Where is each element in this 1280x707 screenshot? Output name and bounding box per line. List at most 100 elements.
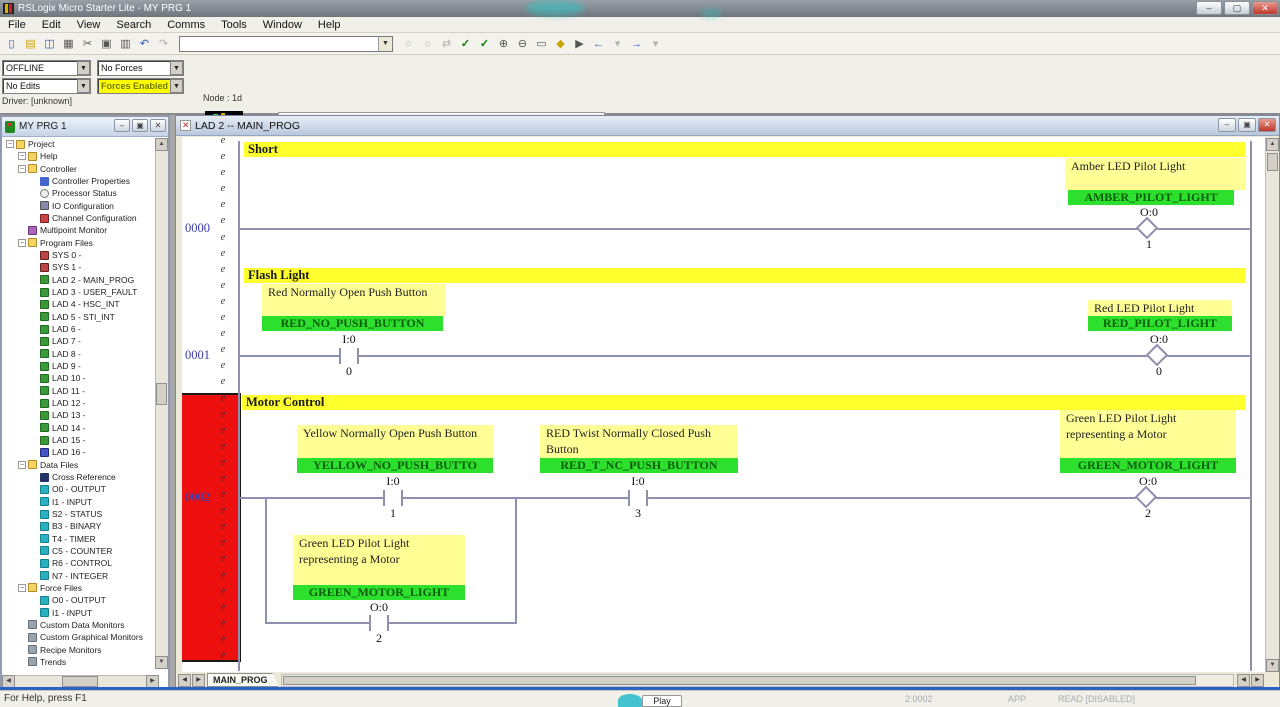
ladder-horizontal-scrollbar[interactable]: [281, 674, 1234, 687]
tree-item[interactable]: − Project: [4, 138, 156, 150]
cut-button[interactable]: ✂: [78, 35, 97, 53]
rung-comment[interactable]: Flash Light: [244, 268, 1245, 283]
tree-expand-toggle[interactable]: −: [18, 239, 26, 247]
copy-button[interactable]: ▣: [97, 35, 116, 53]
tree-item[interactable]: Custom Data Monitors: [4, 619, 156, 631]
scroll-right-button[interactable]: ▶: [1251, 674, 1264, 687]
tree-item[interactable]: LAD 4 - HSC_INT: [4, 298, 156, 310]
select-region-button[interactable]: ▭: [532, 35, 551, 53]
menu-item[interactable]: File: [0, 19, 34, 31]
tree-item[interactable]: S2 - STATUS: [4, 508, 156, 520]
tree-item[interactable]: O0 - OUTPUT: [4, 483, 156, 495]
tree-item[interactable]: − Force Files: [4, 582, 156, 594]
close-button[interactable]: ✕: [1258, 118, 1276, 132]
maximize-button[interactable]: ▣: [132, 119, 148, 132]
maximize-button[interactable]: ▢: [1224, 1, 1250, 15]
video-play-button[interactable]: Play: [642, 695, 682, 707]
zoom-out-button[interactable]: ⊖: [513, 35, 532, 53]
tree-item[interactable]: LAD 6 -: [4, 323, 156, 335]
tree-item[interactable]: SYS 0 -: [4, 249, 156, 261]
tree-item[interactable]: I1 - INPUT: [4, 606, 156, 618]
scrollbar-thumb[interactable]: [1267, 153, 1278, 171]
scrollbar-thumb[interactable]: [62, 676, 98, 687]
nav-forward-menu-button[interactable]: ▾: [646, 35, 665, 53]
tree-item[interactable]: Cross Reference: [4, 471, 156, 483]
rung-number[interactable]: 0001: [185, 348, 219, 363]
tree-item[interactable]: LAD 13 -: [4, 409, 156, 421]
program-tab[interactable]: MAIN_PROG: [207, 673, 279, 687]
tree-item[interactable]: LAD 14 -: [4, 422, 156, 434]
no-contact-symbol[interactable]: [339, 348, 359, 364]
chevron-down-icon[interactable]: ▼: [170, 79, 183, 93]
mode-dropdown[interactable]: OFFLINE ▼: [2, 60, 91, 76]
tree-expand-toggle[interactable]: −: [18, 165, 26, 173]
nc-contact-symbol[interactable]: [628, 490, 648, 506]
menu-item[interactable]: Window: [255, 19, 310, 31]
instruction-description[interactable]: Yellow Normally Open Push Button: [297, 425, 493, 458]
undo-button[interactable]: ↶: [135, 35, 154, 53]
chevron-down-icon[interactable]: ▼: [77, 61, 90, 75]
tree-item[interactable]: − Help: [4, 150, 156, 162]
tree-item[interactable]: LAD 7 -: [4, 335, 156, 347]
menu-item[interactable]: Help: [310, 19, 349, 31]
find-next-button[interactable]: ○: [418, 35, 437, 53]
replace-button[interactable]: ⇄: [437, 35, 456, 53]
tree-item[interactable]: LAD 11 -: [4, 385, 156, 397]
tree-item[interactable]: LAD 12 -: [4, 397, 156, 409]
chevron-down-icon[interactable]: ▼: [170, 61, 183, 75]
rung-number[interactable]: 0002: [185, 490, 219, 505]
instruction-description[interactable]: Amber LED Pilot Light: [1065, 158, 1246, 190]
forces-dropdown[interactable]: No Forces ▼: [97, 60, 184, 76]
scroll-left-button[interactable]: ◀: [1237, 674, 1250, 687]
tree-item[interactable]: Trends: [4, 656, 156, 668]
minimize-button[interactable]: –: [1196, 1, 1222, 15]
tree-item[interactable]: LAD 8 -: [4, 348, 156, 360]
rung-comment[interactable]: Short: [244, 142, 1245, 157]
scroll-down-button[interactable]: ▼: [1266, 659, 1279, 672]
tree-item[interactable]: O0 - OUTPUT: [4, 594, 156, 606]
tree-item[interactable]: − Program Files: [4, 237, 156, 249]
tab-next-button[interactable]: ▶: [192, 674, 205, 687]
nav-forward-button[interactable]: →: [627, 35, 646, 53]
open-button[interactable]: ▤: [21, 35, 40, 53]
scrollbar-thumb[interactable]: [283, 676, 1196, 685]
find-button[interactable]: ○: [399, 35, 418, 53]
rung-number[interactable]: 0000: [185, 221, 219, 236]
ladder-vertical-scrollbar[interactable]: ▲ ▼: [1265, 138, 1279, 672]
scroll-up-button[interactable]: ▲: [155, 138, 168, 151]
instruction-tag[interactable]: AMBER_PILOT_LIGHT: [1068, 190, 1234, 205]
tree-expand-toggle[interactable]: −: [18, 584, 26, 592]
close-button[interactable]: ✕: [150, 119, 166, 132]
tree-item[interactable]: LAD 2 - MAIN_PROG: [4, 274, 156, 286]
tree-item[interactable]: LAD 16 -: [4, 446, 156, 458]
no-contact-symbol[interactable]: [369, 615, 389, 631]
instruction-tag[interactable]: GREEN_MOTOR_LIGHT: [293, 585, 465, 600]
tree-item[interactable]: LAD 3 - USER_FAULT: [4, 286, 156, 298]
tree-item[interactable]: C5 - COUNTER: [4, 545, 156, 557]
tree-expand-toggle[interactable]: −: [6, 140, 14, 148]
properties-button[interactable]: ◆: [551, 35, 570, 53]
tree-item[interactable]: LAD 10 -: [4, 372, 156, 384]
instruction-tag[interactable]: GREEN_MOTOR_LIGHT: [1060, 458, 1236, 473]
instruction-tag[interactable]: RED_T_NC_PUSH_BUTTON: [540, 458, 738, 473]
rung-comment[interactable]: Motor Control: [242, 395, 1245, 410]
paste-button[interactable]: ▥: [116, 35, 135, 53]
instruction-description[interactable]: Red LED Pilot Light: [1088, 300, 1232, 316]
tree-item[interactable]: − Data Files: [4, 459, 156, 471]
menu-item[interactable]: Tools: [213, 19, 255, 31]
instruction-description[interactable]: RED Twist Normally Closed Push Button: [540, 425, 738, 458]
restore-button[interactable]: ▣: [1238, 118, 1256, 132]
nav-back-menu-button[interactable]: ▾: [608, 35, 627, 53]
instruction-tag[interactable]: YELLOW_NO_PUSH_BUTTO: [297, 458, 493, 473]
instruction-description[interactable]: Red Normally Open Push Button: [262, 284, 445, 316]
tree-item[interactable]: LAD 9 -: [4, 360, 156, 372]
scroll-up-button[interactable]: ▲: [1266, 138, 1279, 151]
tree-item[interactable]: LAD 5 - STI_INT: [4, 311, 156, 323]
redo-button[interactable]: ↷: [154, 35, 173, 53]
verify-project-button[interactable]: ✓: [475, 35, 494, 53]
nav-back-button[interactable]: ←: [589, 35, 608, 53]
minimize-button[interactable]: –: [1218, 118, 1236, 132]
no-contact-symbol[interactable]: [383, 490, 403, 506]
tree-item[interactable]: − Controller: [4, 163, 156, 175]
forces-enabled-dropdown[interactable]: Forces Enabled ▼: [97, 78, 184, 94]
